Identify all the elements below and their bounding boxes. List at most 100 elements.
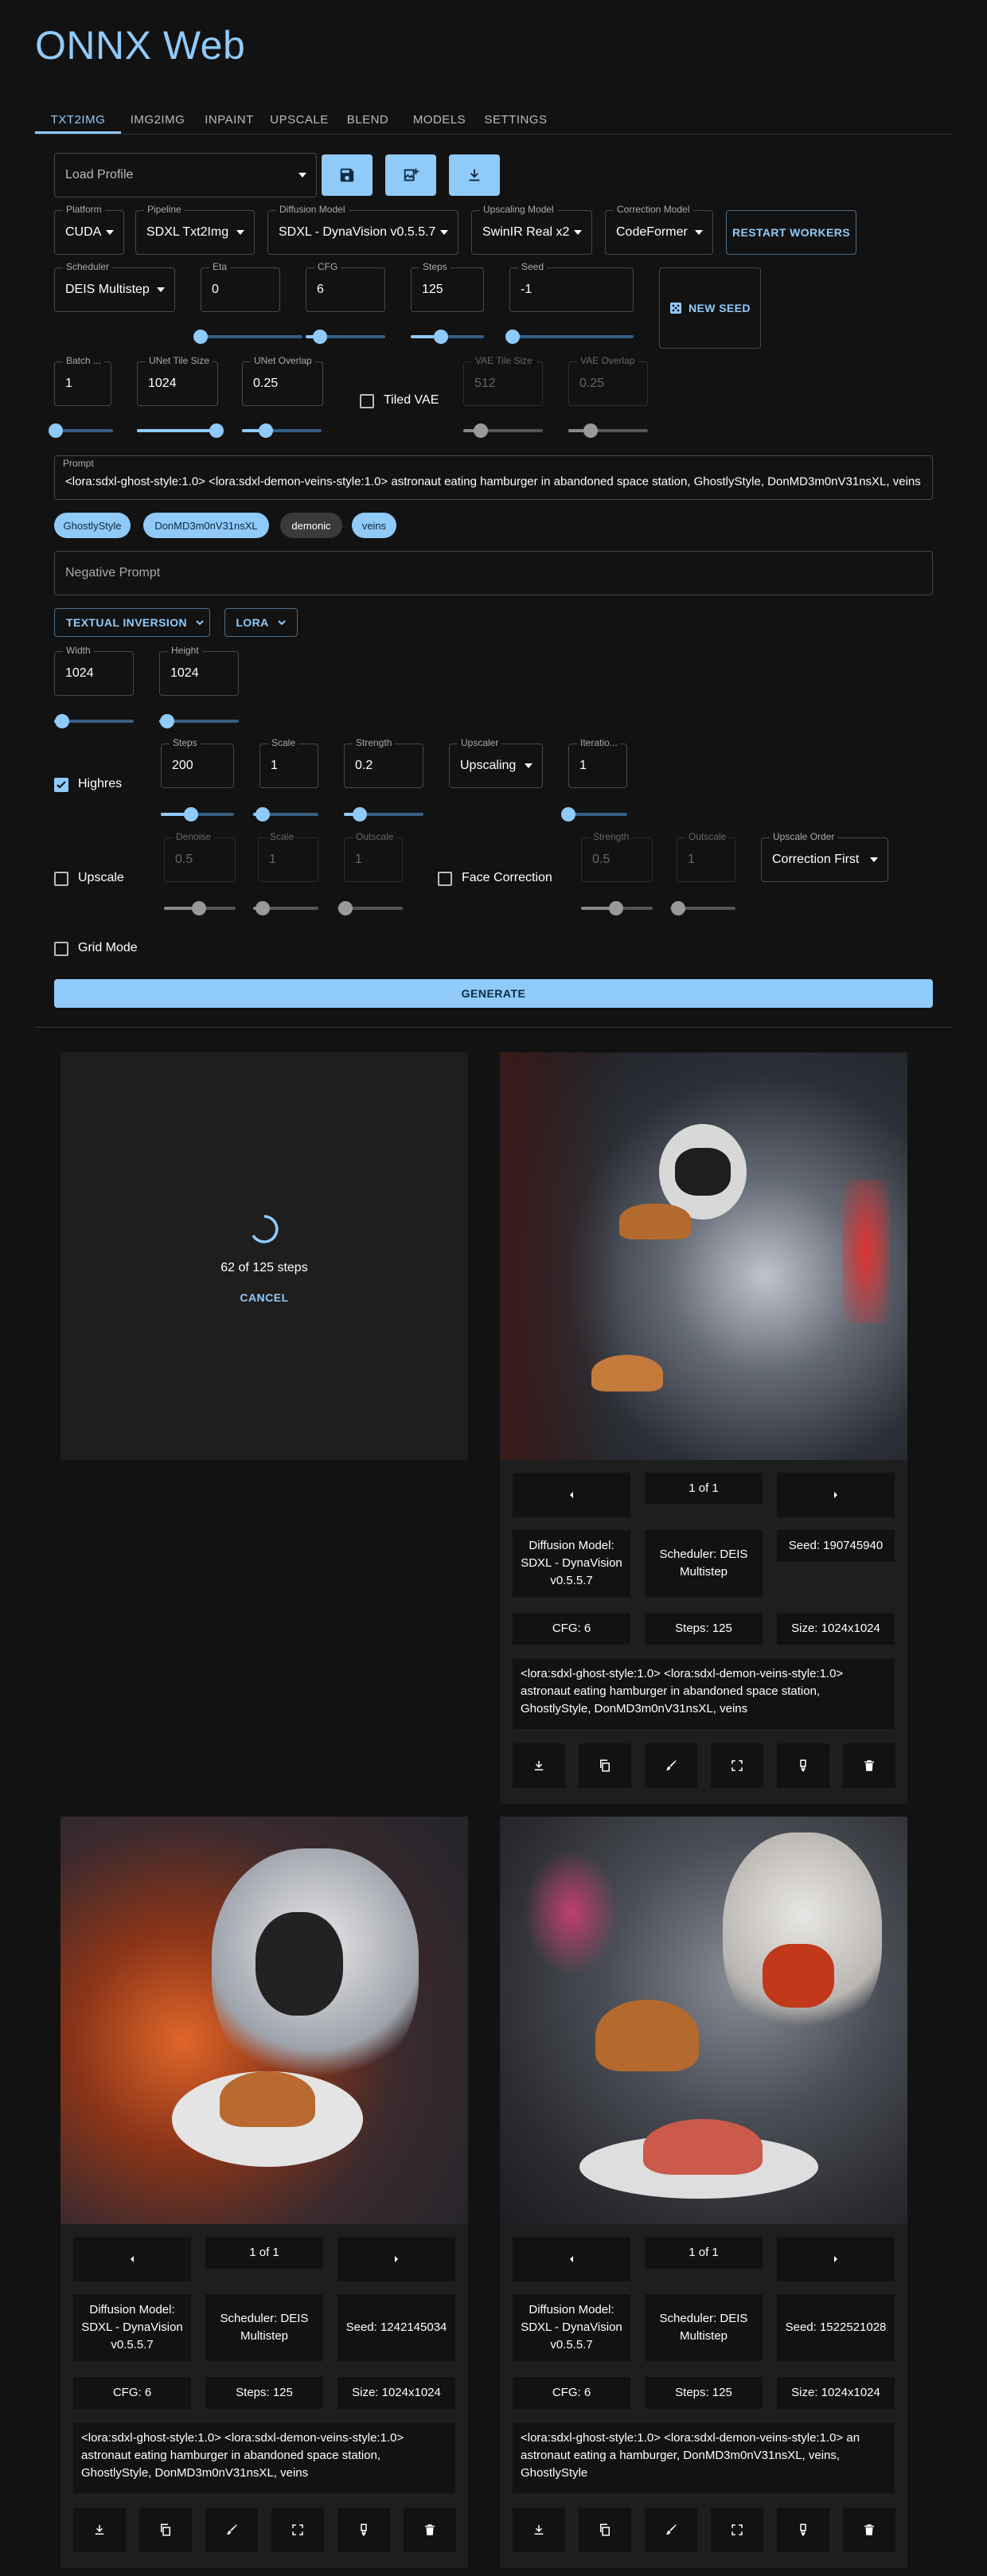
fullscreen-button[interactable] — [271, 2508, 324, 2552]
width-input[interactable]: Width 1024 — [54, 645, 134, 696]
steps-input[interactable]: Steps 125 — [411, 261, 484, 312]
diffusion-model-select[interactable]: Diffusion Model SDXL - DynaVision v0.5.5… — [267, 204, 458, 255]
prompt-chip-veins[interactable]: veins — [352, 513, 396, 538]
face-strength-slider-thumb[interactable] — [609, 901, 623, 915]
highres-checkbox[interactable] — [54, 778, 68, 792]
delete-button[interactable] — [843, 1743, 895, 1788]
face-outscale-input[interactable]: Outscale 1 — [677, 831, 735, 882]
unet-tile-size-input[interactable]: UNet Tile Size 1024 — [137, 355, 218, 406]
edit-button[interactable] — [645, 1743, 697, 1788]
tab-upscale[interactable]: UPSCALE — [264, 105, 334, 134]
scheduler-select[interactable]: Scheduler DEIS Multistep — [54, 261, 175, 312]
vae-overlap-slider-thumb[interactable] — [583, 423, 598, 438]
height-slider-thumb[interactable] — [160, 714, 174, 728]
edit-button[interactable] — [205, 2508, 258, 2552]
import-profile-button[interactable] — [385, 154, 436, 196]
copy-button[interactable] — [139, 2508, 192, 2552]
previous-image-button[interactable] — [513, 2237, 630, 2281]
next-image-button[interactable] — [777, 2237, 895, 2281]
save-profile-button[interactable] — [322, 154, 373, 196]
lora-button[interactable]: LORA — [224, 608, 298, 637]
inpaint-button[interactable] — [337, 2508, 390, 2552]
copy-button[interactable] — [579, 1743, 631, 1788]
unet-overlap-slider-thumb[interactable] — [259, 423, 273, 438]
batch-input[interactable]: Batch ... 1 — [54, 355, 111, 406]
unet-tile-slider-thumb[interactable] — [209, 423, 224, 438]
eta-slider[interactable] — [194, 335, 302, 338]
seed-slider[interactable] — [509, 335, 634, 338]
cfg-input[interactable]: CFG 6 — [306, 261, 385, 312]
upscale-order-select[interactable]: Upscale Order Correction First — [761, 831, 888, 882]
fullscreen-button[interactable] — [711, 2508, 763, 2552]
textual-inversion-button[interactable]: TEXTUAL INVERSION — [54, 608, 210, 637]
previous-image-button[interactable] — [513, 1473, 630, 1517]
generate-button[interactable]: GENERATE — [54, 979, 933, 1008]
cancel-button[interactable]: CANCEL — [232, 1291, 296, 1304]
correction-model-select[interactable]: Correction Model CodeFormer — [605, 204, 713, 255]
inpaint-button[interactable] — [777, 1743, 829, 1788]
fullscreen-button[interactable] — [711, 1743, 763, 1788]
next-image-button[interactable] — [777, 1473, 895, 1517]
download-button[interactable] — [513, 1743, 565, 1788]
upscale-scale-slider-thumb[interactable] — [256, 901, 270, 915]
upscaling-model-select[interactable]: Upscaling Model SwinIR Real x2 — [471, 204, 592, 255]
restart-workers-button[interactable]: RESTART WORKERS — [726, 210, 856, 255]
highres-strength-slider-thumb[interactable] — [353, 807, 367, 822]
upscale-denoise-slider-thumb[interactable] — [192, 901, 206, 915]
tab-settings[interactable]: SETTINGS — [478, 105, 554, 134]
steps-slider-thumb[interactable] — [434, 330, 448, 344]
delete-button[interactable] — [843, 2508, 895, 2552]
highres-scale-slider-thumb[interactable] — [256, 807, 270, 822]
width-slider-thumb[interactable] — [55, 714, 69, 728]
next-image-button[interactable] — [337, 2237, 455, 2281]
highres-iterations-input[interactable]: Iteratio... 1 — [568, 737, 627, 788]
prompt-chip-demonic[interactable]: demonic — [280, 513, 342, 538]
eta-slider-thumb[interactable] — [193, 330, 208, 344]
new-seed-button[interactable]: NEW SEED — [659, 267, 761, 349]
vae-tile-size-input[interactable]: VAE Tile Size 512 — [463, 355, 543, 406]
highres-iterations-slider-thumb[interactable] — [561, 807, 575, 822]
tab-img2img[interactable]: IMG2IMG — [121, 105, 194, 134]
batch-slider-thumb[interactable] — [49, 423, 63, 438]
generated-image[interactable] — [500, 1817, 907, 2224]
tab-inpaint[interactable]: INPAINT — [194, 105, 264, 134]
highres-scale-input[interactable]: Scale 1 — [259, 737, 318, 788]
upscale-outscale-input[interactable]: Outscale 1 — [344, 831, 403, 882]
negative-prompt-input[interactable]: Negative Prompt — [54, 551, 933, 595]
prompt-chip-donmd3m0nv31nsxl[interactable]: DonMD3m0nV31nsXL — [143, 513, 269, 538]
download-button[interactable] — [73, 2508, 126, 2552]
edit-button[interactable] — [645, 2508, 697, 2552]
prompt-chip-ghostlystyle[interactable]: GhostlyStyle — [54, 513, 131, 538]
tab-txt2img[interactable]: TXT2IMG — [35, 105, 121, 134]
generated-image[interactable] — [500, 1052, 907, 1460]
face-outscale-slider-thumb[interactable] — [671, 901, 685, 915]
unet-overlap-input[interactable]: UNet Overlap 0.25 — [242, 355, 323, 406]
generated-image[interactable] — [60, 1817, 468, 2224]
seed-slider-thumb[interactable] — [505, 330, 520, 344]
tab-models[interactable]: MODELS — [401, 105, 478, 134]
download-profile-button[interactable] — [449, 154, 500, 196]
highres-upscaler-select[interactable]: Upscaler Upscaling — [449, 737, 543, 788]
upscale-checkbox[interactable] — [54, 872, 68, 886]
highres-steps-input[interactable]: Steps 200 — [161, 737, 234, 788]
face-correction-checkbox[interactable] — [438, 872, 452, 886]
download-button[interactable] — [513, 2508, 565, 2552]
highres-steps-slider-thumb[interactable] — [184, 807, 198, 822]
copy-button[interactable] — [579, 2508, 631, 2552]
eta-input[interactable]: Eta 0 — [201, 261, 280, 312]
seed-input[interactable]: Seed -1 — [509, 261, 634, 312]
upscale-outscale-slider-thumb[interactable] — [338, 901, 353, 915]
pipeline-select[interactable]: Pipeline SDXL Txt2Img — [135, 204, 255, 255]
delete-button[interactable] — [404, 2508, 456, 2552]
upscale-scale-input[interactable]: Scale 1 — [258, 831, 318, 882]
prompt-input[interactable]: Prompt <lora:sdxl-ghost-style:1.0> <lora… — [54, 455, 933, 500]
highres-strength-input[interactable]: Strength 0.2 — [344, 737, 423, 788]
height-input[interactable]: Height 1024 — [159, 645, 239, 696]
inpaint-button[interactable] — [777, 2508, 829, 2552]
grid-mode-checkbox[interactable] — [54, 942, 68, 956]
vae-overlap-input[interactable]: VAE Overlap 0.25 — [568, 355, 648, 406]
load-profile-select[interactable]: Load Profile — [54, 153, 317, 197]
face-strength-input[interactable]: Strength 0.5 — [581, 831, 653, 882]
previous-image-button[interactable] — [73, 2237, 191, 2281]
upscale-denoise-input[interactable]: Denoise 0.5 — [164, 831, 236, 882]
